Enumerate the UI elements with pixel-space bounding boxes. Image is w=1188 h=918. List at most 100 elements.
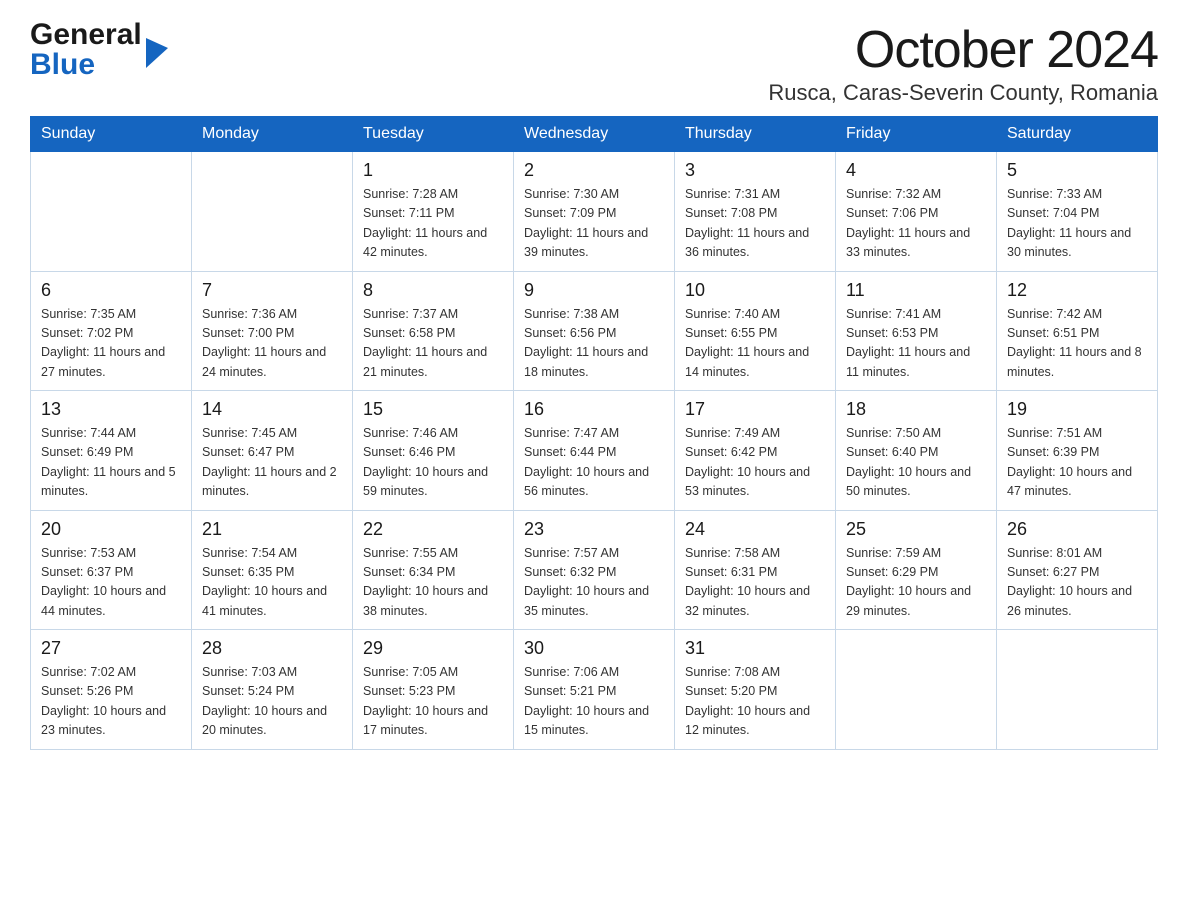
table-row: 6 Sunrise: 7:35 AM Sunset: 7:02 PM Daylig… [31,271,192,391]
table-row: 20 Sunrise: 7:53 AM Sunset: 6:37 PM Dayli… [31,510,192,630]
day-info: Sunrise: 7:51 AM Sunset: 6:39 PM Dayligh… [1007,424,1147,502]
day-info: Sunrise: 7:46 AM Sunset: 6:46 PM Dayligh… [363,424,503,502]
day-number: 28 [202,638,342,659]
day-number: 5 [1007,160,1147,181]
header-sunday: Sunday [31,117,192,152]
day-info: Sunrise: 7:08 AM Sunset: 5:20 PM Dayligh… [685,663,825,741]
table-row: 21 Sunrise: 7:54 AM Sunset: 6:35 PM Dayli… [192,510,353,630]
header-wednesday: Wednesday [514,117,675,152]
day-info: Sunrise: 7:28 AM Sunset: 7:11 PM Dayligh… [363,185,503,263]
day-number: 2 [524,160,664,181]
table-row: 26Sunrise: 8:01 AM Sunset: 6:27 PM Dayli… [997,510,1158,630]
day-info: Sunrise: 7:33 AM Sunset: 7:04 PM Dayligh… [1007,185,1147,263]
table-row: 29Sunrise: 7:05 AM Sunset: 5:23 PM Dayli… [353,630,514,750]
day-number: 9 [524,280,664,301]
day-info: Sunrise: 7:40 AM Sunset: 6:55 PM Dayligh… [685,305,825,383]
table-row: 18 Sunrise: 7:50 AM Sunset: 6:40 PM Dayli… [836,391,997,511]
day-info: Sunrise: 7:44 AM Sunset: 6:49 PM Dayligh… [41,424,181,502]
day-number: 30 [524,638,664,659]
day-number: 27 [41,638,181,659]
table-row: 16 Sunrise: 7:47 AM Sunset: 6:44 PM Dayli… [514,391,675,511]
day-number: 10 [685,280,825,301]
month-title: October 2024 [768,20,1158,80]
day-info: Sunrise: 7:53 AM Sunset: 6:37 PM Dayligh… [41,544,181,622]
table-row: 1 Sunrise: 7:28 AM Sunset: 7:11 PM Daylig… [353,152,514,272]
table-row: 15Sunrise: 7:46 AM Sunset: 6:46 PM Dayli… [353,391,514,511]
table-row: 11 Sunrise: 7:41 AM Sunset: 6:53 PM Dayli… [836,271,997,391]
day-info: Sunrise: 7:31 AM Sunset: 7:08 PM Dayligh… [685,185,825,263]
header-friday: Friday [836,117,997,152]
table-row: 5 Sunrise: 7:33 AM Sunset: 7:04 PM Daylig… [997,152,1158,272]
calendar-table: Sunday Monday Tuesday Wednesday Thursday… [30,116,1158,750]
day-info: Sunrise: 7:41 AM Sunset: 6:53 PM Dayligh… [846,305,986,383]
day-number: 1 [363,160,503,181]
location-subtitle: Rusca, Caras-Severin County, Romania [768,80,1158,106]
table-row: 13 Sunrise: 7:44 AM Sunset: 6:49 PM Dayli… [31,391,192,511]
day-info: Sunrise: 7:45 AM Sunset: 6:47 PM Dayligh… [202,424,342,502]
table-row: 7Sunrise: 7:36 AM Sunset: 7:00 PM Daylig… [192,271,353,391]
day-info: Sunrise: 7:49 AM Sunset: 6:42 PM Dayligh… [685,424,825,502]
day-info: Sunrise: 7:50 AM Sunset: 6:40 PM Dayligh… [846,424,986,502]
table-row: 12Sunrise: 7:42 AM Sunset: 6:51 PM Dayli… [997,271,1158,391]
table-row [31,152,192,272]
title-area: October 2024 Rusca, Caras-Severin County… [768,20,1158,106]
day-number: 21 [202,519,342,540]
day-info: Sunrise: 7:05 AM Sunset: 5:23 PM Dayligh… [363,663,503,741]
day-number: 23 [524,519,664,540]
day-info: Sunrise: 7:55 AM Sunset: 6:34 PM Dayligh… [363,544,503,622]
calendar-header-row: Sunday Monday Tuesday Wednesday Thursday… [31,117,1158,152]
day-number: 4 [846,160,986,181]
day-number: 6 [41,280,181,301]
day-number: 3 [685,160,825,181]
table-row: 4 Sunrise: 7:32 AM Sunset: 7:06 PM Daylig… [836,152,997,272]
day-number: 11 [846,280,986,301]
day-info: Sunrise: 7:47 AM Sunset: 6:44 PM Dayligh… [524,424,664,502]
day-info: Sunrise: 7:03 AM Sunset: 5:24 PM Dayligh… [202,663,342,741]
logo-general: General [30,20,142,50]
day-number: 7 [202,280,342,301]
table-row [836,630,997,750]
day-number: 8 [363,280,503,301]
day-number: 19 [1007,399,1147,420]
header-monday: Monday [192,117,353,152]
table-row: 17Sunrise: 7:49 AM Sunset: 6:42 PM Dayli… [675,391,836,511]
table-row [997,630,1158,750]
day-number: 14 [202,399,342,420]
table-row [192,152,353,272]
header-thursday: Thursday [675,117,836,152]
day-number: 13 [41,399,181,420]
day-info: Sunrise: 7:37 AM Sunset: 6:58 PM Dayligh… [363,305,503,383]
page-header: General Blue October 2024 Rusca, Caras-S… [30,20,1158,106]
day-info: Sunrise: 7:54 AM Sunset: 6:35 PM Dayligh… [202,544,342,622]
table-row: 19 Sunrise: 7:51 AM Sunset: 6:39 PM Dayli… [997,391,1158,511]
day-info: Sunrise: 7:35 AM Sunset: 7:02 PM Dayligh… [41,305,181,383]
table-row: 30 Sunrise: 7:06 AM Sunset: 5:21 PM Dayli… [514,630,675,750]
day-number: 16 [524,399,664,420]
day-info: Sunrise: 7:58 AM Sunset: 6:31 PM Dayligh… [685,544,825,622]
table-row: 8 Sunrise: 7:37 AM Sunset: 6:58 PM Daylig… [353,271,514,391]
day-number: 18 [846,399,986,420]
day-info: Sunrise: 7:06 AM Sunset: 5:21 PM Dayligh… [524,663,664,741]
table-row: 23Sunrise: 7:57 AM Sunset: 6:32 PM Dayli… [514,510,675,630]
day-number: 20 [41,519,181,540]
day-number: 26 [1007,519,1147,540]
day-number: 24 [685,519,825,540]
header-tuesday: Tuesday [353,117,514,152]
table-row: 2 Sunrise: 7:30 AM Sunset: 7:09 PM Daylig… [514,152,675,272]
calendar-week-row: 1 Sunrise: 7:28 AM Sunset: 7:11 PM Daylig… [31,152,1158,272]
table-row: 3 Sunrise: 7:31 AM Sunset: 7:08 PM Daylig… [675,152,836,272]
day-info: Sunrise: 7:30 AM Sunset: 7:09 PM Dayligh… [524,185,664,263]
table-row: 22 Sunrise: 7:55 AM Sunset: 6:34 PM Dayli… [353,510,514,630]
calendar-week-row: 20 Sunrise: 7:53 AM Sunset: 6:37 PM Dayli… [31,510,1158,630]
day-info: Sunrise: 7:59 AM Sunset: 6:29 PM Dayligh… [846,544,986,622]
table-row: 25 Sunrise: 7:59 AM Sunset: 6:29 PM Dayli… [836,510,997,630]
calendar-week-row: 6 Sunrise: 7:35 AM Sunset: 7:02 PM Daylig… [31,271,1158,391]
day-number: 25 [846,519,986,540]
day-info: Sunrise: 7:32 AM Sunset: 7:06 PM Dayligh… [846,185,986,263]
table-row: 9Sunrise: 7:38 AM Sunset: 6:56 PM Daylig… [514,271,675,391]
logo: General Blue [30,20,168,80]
table-row: 27 Sunrise: 7:02 AM Sunset: 5:26 PM Dayli… [31,630,192,750]
day-number: 22 [363,519,503,540]
table-row: 10 Sunrise: 7:40 AM Sunset: 6:55 PM Dayli… [675,271,836,391]
day-info: Sunrise: 7:02 AM Sunset: 5:26 PM Dayligh… [41,663,181,741]
